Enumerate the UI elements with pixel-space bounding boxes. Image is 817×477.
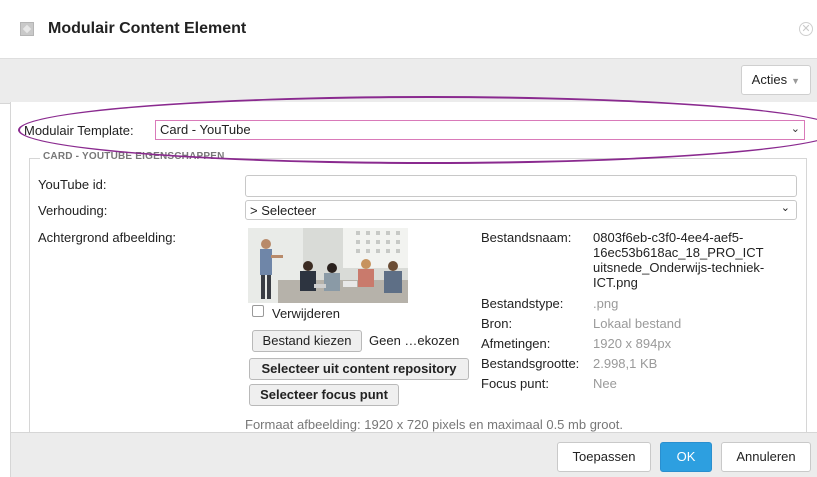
bron-label: Bron: bbox=[481, 316, 513, 331]
bestandsnaam-label: Bestandsnaam: bbox=[481, 230, 572, 245]
toepassen-button[interactable]: Toepassen bbox=[557, 442, 651, 472]
afmetingen-value: 1920 x 894px bbox=[593, 336, 672, 351]
dialog-titlebar: Modulair Content Element ✕ bbox=[0, 0, 817, 58]
toolbar: Acties ▼ bbox=[0, 58, 817, 104]
section-legend: CARD - YOUTUBE EIGENSCHAPPEN bbox=[40, 151, 228, 162]
bestandstype-label: Bestandstype: bbox=[481, 296, 564, 311]
chevron-down-icon: ⌄ bbox=[790, 123, 800, 135]
format-hint: Formaat afbeelding: 1920 x 720 pixels en… bbox=[245, 417, 623, 432]
youtube-id-label: YouTube id: bbox=[38, 177, 107, 192]
verhouding-label: Verhouding: bbox=[38, 203, 108, 218]
bestandsnaam-line-3: uitsnede_Onderwijs-techniek- bbox=[593, 260, 765, 275]
ok-button[interactable]: OK bbox=[660, 442, 712, 472]
acties-dropdown[interactable]: Acties ▼ bbox=[740, 65, 811, 95]
chevron-down-icon: ⌄ bbox=[780, 202, 790, 214]
annuleren-button[interactable]: Annuleren bbox=[721, 442, 811, 472]
verwijderen-checkbox[interactable] bbox=[252, 305, 264, 317]
acties-label: Acties bbox=[751, 72, 788, 87]
verhouding-select[interactable]: > Selecteer ⌄ bbox=[245, 200, 797, 220]
bestandsnaam-line-2: 16ec53b618ac_18_PRO_ICT bbox=[593, 245, 764, 260]
bestand-kiezen-button[interactable]: Bestand kiezen bbox=[252, 330, 362, 352]
afmetingen-label: Afmetingen: bbox=[481, 336, 551, 351]
meeting-photo bbox=[248, 228, 408, 303]
bron-value: Lokaal bestand bbox=[593, 316, 682, 331]
focus-punt-value: Nee bbox=[593, 376, 617, 391]
template-select[interactable]: Card - YouTube ⌄ bbox=[155, 120, 805, 140]
youtube-id-input[interactable] bbox=[245, 175, 797, 197]
bestandsnaam-line-4: ICT.png bbox=[593, 275, 638, 290]
caret-down-icon: ▼ bbox=[791, 76, 800, 86]
select-repository-button[interactable]: Selecteer uit content repository bbox=[249, 358, 469, 380]
bestandsnaam-line-1: 0803f6eb-c3f0-4ee4-aef5- bbox=[593, 230, 744, 245]
template-label: Modulair Template: bbox=[24, 123, 134, 138]
focus-punt-label: Focus punt: bbox=[481, 376, 549, 391]
bestandstype-value: .png bbox=[593, 296, 619, 311]
achtergrond-label: Achtergrond afbeelding: bbox=[38, 230, 177, 245]
module-icon bbox=[20, 22, 34, 36]
verwijderen-label: Verwijderen bbox=[272, 306, 340, 321]
no-file-chosen-text: Geen …ekozen bbox=[369, 333, 460, 348]
close-icon[interactable]: ✕ bbox=[799, 22, 813, 36]
template-value: Card - YouTube bbox=[160, 122, 251, 137]
image-thumbnail bbox=[248, 228, 408, 303]
dialog-title: Modulair Content Element bbox=[48, 20, 247, 37]
bestandsgrootte-value: 2.998,1 KB bbox=[593, 356, 658, 371]
select-focus-button[interactable]: Selecteer focus punt bbox=[249, 384, 399, 406]
verhouding-value: > Selecteer bbox=[250, 203, 317, 218]
bestandsgrootte-label: Bestandsgrootte: bbox=[481, 356, 580, 371]
